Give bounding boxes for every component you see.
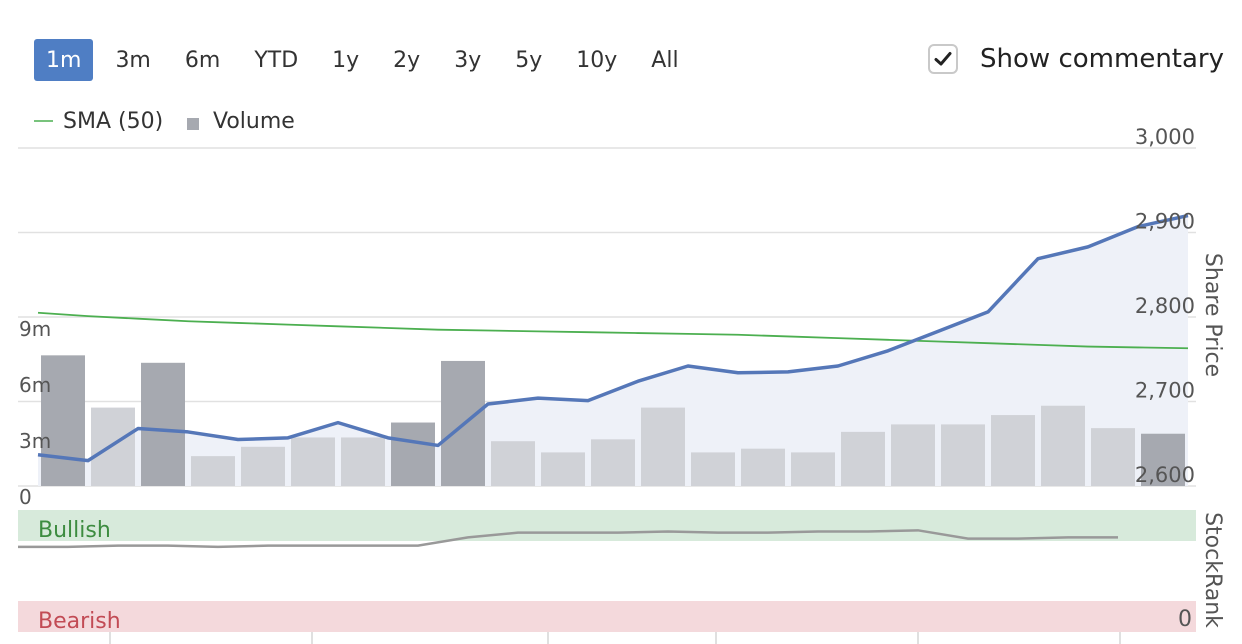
price-tick-label: 2,800 <box>1135 294 1195 318</box>
volume-tick-label: 0 <box>19 485 32 509</box>
stockrank-panel: Bullish Bearish 0 StockRank <box>18 510 1225 634</box>
volume-bar[interactable] <box>1041 405 1085 486</box>
price-axis-label: Share Price <box>1200 253 1225 377</box>
bullish-band <box>18 510 1196 541</box>
bearish-band <box>18 601 1196 632</box>
volume-legend-label[interactable]: Volume <box>213 109 295 134</box>
volume-bar[interactable] <box>391 422 435 486</box>
bearish-label: Bearish <box>38 609 121 634</box>
volume-bar[interactable] <box>341 437 385 486</box>
volume-legend-swatch <box>187 118 199 130</box>
volume-bar[interactable] <box>91 407 135 486</box>
stockrank-axis-label: StockRank <box>1200 512 1225 628</box>
volume-bar[interactable] <box>941 424 985 486</box>
volume-bar[interactable] <box>841 431 885 486</box>
chart-legend: SMA (50) Volume <box>34 109 295 134</box>
price-tick-label: 2,700 <box>1135 379 1195 403</box>
price-tick-label: 2,900 <box>1135 210 1195 234</box>
volume-bar[interactable] <box>891 424 935 486</box>
volume-bar[interactable] <box>741 448 785 486</box>
volume-bar[interactable] <box>991 415 1035 486</box>
volume-bar[interactable] <box>141 362 185 486</box>
volume-bar[interactable] <box>291 437 335 486</box>
volume-bar[interactable] <box>1091 428 1135 486</box>
volume-bar[interactable] <box>541 452 585 486</box>
volume-tick-label: 6m <box>19 373 51 397</box>
price-tick-label: 3,000 <box>1135 125 1195 149</box>
volume-bar[interactable] <box>591 439 635 486</box>
volume-bar[interactable] <box>791 452 835 486</box>
volume-tick-label: 3m <box>19 429 51 453</box>
price-tick-label: 2,600 <box>1135 463 1195 487</box>
volume-bar[interactable] <box>691 452 735 486</box>
volume-bar[interactable] <box>191 456 235 486</box>
bullish-label: Bullish <box>38 518 111 543</box>
price-chart: SMA (50) Volume 3,000 2,900 2,800 2,700 2,60… <box>18 109 1225 644</box>
volume-bar[interactable] <box>241 446 285 486</box>
sma-legend-label[interactable]: SMA (50) <box>63 109 163 134</box>
stockrank-zero-tick: 0 <box>1178 607 1192 632</box>
volume-bar[interactable] <box>641 407 685 486</box>
volume-tick-label: 9m <box>19 317 51 341</box>
volume-bar[interactable] <box>491 441 535 486</box>
